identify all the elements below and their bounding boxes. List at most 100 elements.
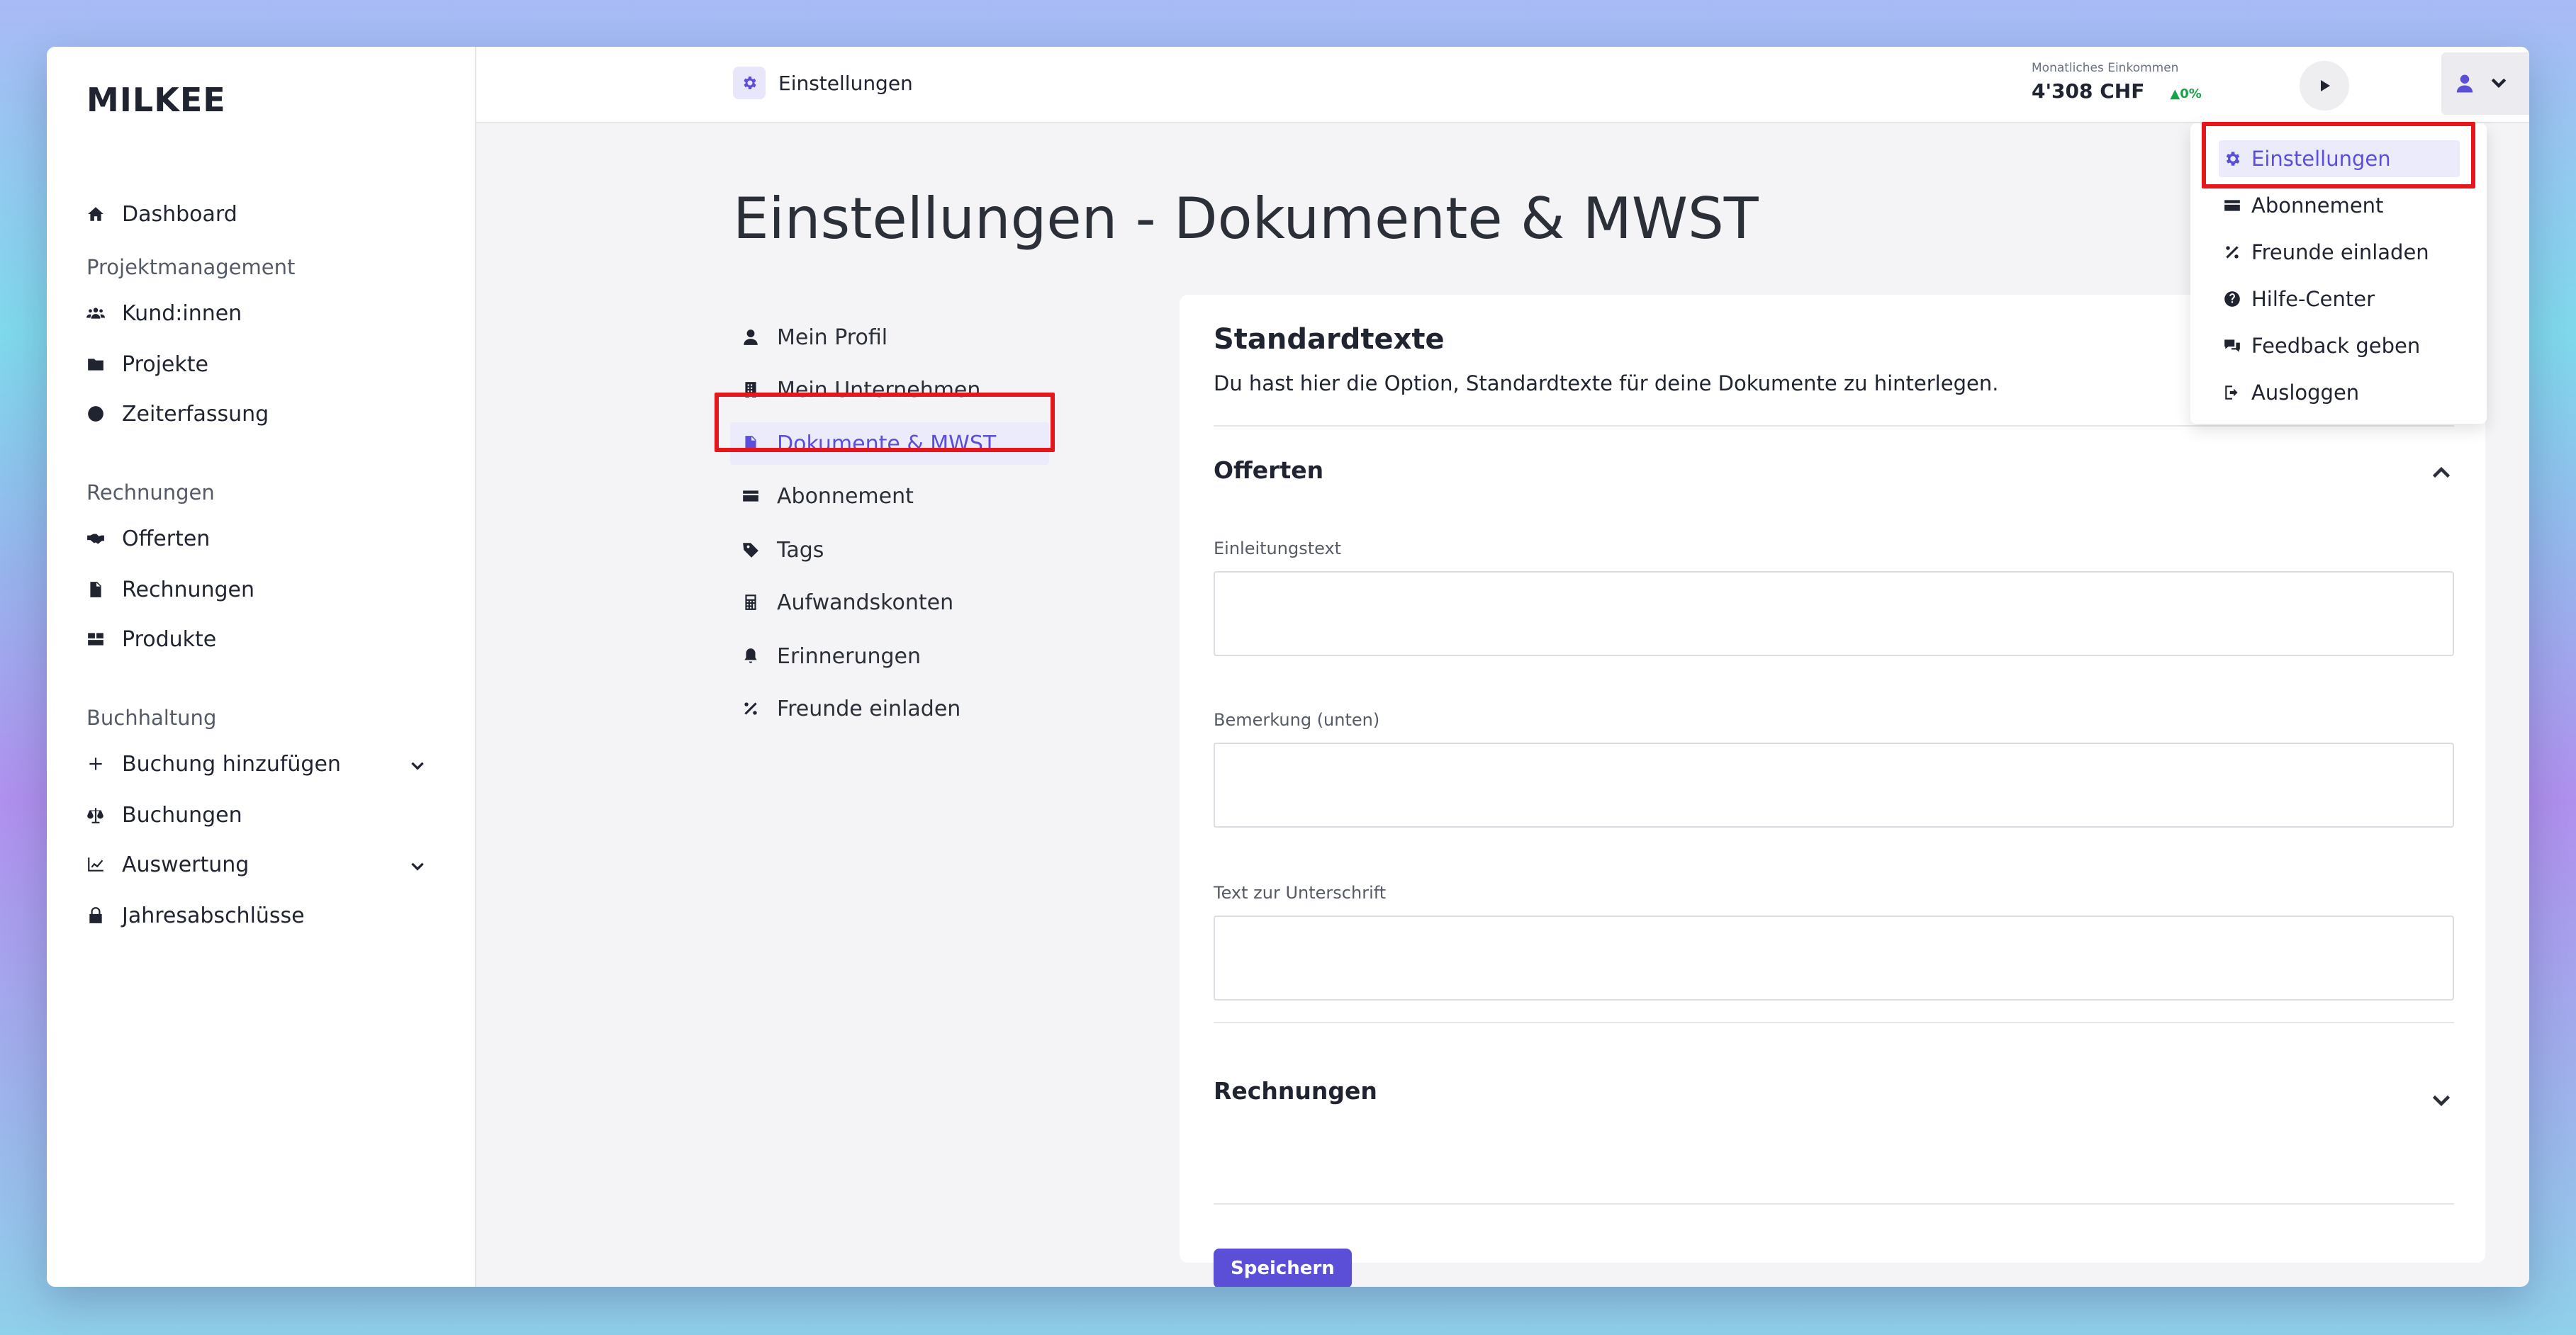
divider	[1214, 1022, 2454, 1023]
settings-nav-subscription[interactable]: Abonnement	[741, 475, 1046, 517]
breadcrumb-label[interactable]: Einstellungen	[778, 72, 913, 95]
brand-logo[interactable]: MILKEE	[86, 81, 226, 119]
user-icon	[741, 328, 777, 347]
chevron-down-icon[interactable]	[2429, 1087, 2454, 1118]
settings-nav-label: Dokumente & MWST	[777, 431, 997, 456]
user-icon	[2441, 73, 2488, 94]
settings-nav-reminders[interactable]: Erinnerungen	[741, 635, 1046, 677]
income-value: 4'308 CHF	[2032, 79, 2145, 103]
play-icon	[2321, 80, 2330, 91]
sidebar-item-label: Rechnungen	[122, 577, 255, 602]
menu-item-label: Ausloggen	[2251, 381, 2360, 405]
building-icon	[741, 381, 777, 399]
settings-nav-label: Abonnement	[777, 483, 914, 509]
signature-text-label: Text zur Unterschrift	[1214, 883, 1387, 903]
menu-item-label: Abonnement	[2251, 193, 2384, 218]
intro-text-input[interactable]	[1214, 571, 2454, 656]
chevron-down-icon	[2488, 72, 2509, 96]
sidebar-item-label: Dashboard	[122, 201, 237, 227]
sidebar-section-accounting: Buchhaltung	[86, 706, 217, 730]
gear-icon	[733, 67, 766, 99]
lock-icon	[86, 906, 122, 925]
income-trend: ▲0%	[2170, 86, 2202, 101]
remark-input[interactable]	[1214, 743, 2454, 828]
sidebar-item-label: Zeiterfassung	[122, 401, 269, 427]
sidebar-item-projects[interactable]: Projekte	[86, 343, 427, 385]
menu-item-label: Feedback geben	[2251, 334, 2421, 358]
chevron-down-icon[interactable]	[408, 856, 427, 881]
chevron-up-icon[interactable]	[2429, 461, 2454, 492]
percent-icon	[2219, 243, 2251, 261]
comments-icon	[2219, 337, 2251, 355]
menu-item-logout[interactable]: Ausloggen	[2219, 374, 2460, 411]
menu-item-help[interactable]: Hilfe-Center	[2219, 281, 2460, 317]
accordion-offers-label: Offerten	[1214, 456, 1324, 484]
sidebar-item-customers[interactable]: Kund:innen	[86, 292, 427, 334]
timer-play-button[interactable]	[2300, 61, 2349, 111]
income-trend-value: 0%	[2180, 86, 2202, 101]
plus-icon	[86, 755, 122, 773]
logout-icon	[2219, 383, 2251, 402]
standard-texts-card: Standardtexte Du hast hier die Option, S…	[1180, 295, 2485, 1287]
top-bar: Einstellungen Monatliches Einkommen 4'30…	[476, 47, 2529, 123]
sidebar-item-offers[interactable]: Offerten	[86, 517, 427, 560]
accordion-invoices[interactable]: Rechnungen	[1214, 1077, 2454, 1107]
divider	[1214, 1203, 2454, 1205]
user-dropdown-menu: Einstellungen Abonnement Freunde einlade…	[2190, 123, 2487, 424]
question-circle-icon	[2219, 290, 2251, 308]
menu-item-feedback[interactable]: Feedback geben	[2219, 327, 2460, 364]
sidebar-item-label: Buchungen	[122, 802, 242, 828]
sidebar-item-label: Projekte	[122, 351, 208, 377]
settings-nav-profile[interactable]: Mein Profil	[741, 316, 1046, 359]
remark-label: Bemerkung (unten)	[1214, 710, 1380, 730]
settings-nav-documents[interactable]: Dokumente & MWST	[730, 422, 1049, 465]
chevron-down-icon[interactable]	[408, 755, 427, 780]
sidebar-item-bookings[interactable]: Buchungen	[86, 794, 427, 836]
user-menu-button[interactable]	[2441, 52, 2529, 115]
settings-nav-expense[interactable]: Aufwandskonten	[741, 581, 1046, 624]
menu-item-label: Hilfe-Center	[2251, 287, 2375, 311]
settings-nav-label: Tags	[777, 537, 824, 563]
boxes-icon	[86, 630, 122, 648]
chart-line-icon	[86, 855, 122, 874]
sidebar-item-dashboard[interactable]: Dashboard	[86, 193, 427, 235]
divider	[1214, 425, 2454, 427]
signature-text-input[interactable]	[1214, 916, 2454, 1001]
sidebar-item-products[interactable]: Produkte	[86, 618, 427, 660]
tag-icon	[741, 541, 777, 559]
card-title: Standardtexte	[1214, 323, 1445, 356]
sidebar-item-time[interactable]: Zeiterfassung	[86, 393, 427, 435]
menu-item-subscription[interactable]: Abonnement	[2219, 187, 2460, 224]
accordion-offers[interactable]: Offerten	[1214, 456, 2454, 484]
accordion-invoices-label: Rechnungen	[1214, 1077, 1377, 1105]
clock-icon	[86, 405, 122, 423]
save-button[interactable]: Speichern	[1214, 1249, 1352, 1287]
settings-nav-invite[interactable]: Freunde einladen	[741, 687, 1046, 730]
settings-nav-label: Aufwandskonten	[777, 590, 954, 615]
handshake-icon	[86, 529, 122, 548]
sidebar-item-label: Offerten	[122, 526, 211, 551]
calculator-icon	[741, 593, 777, 612]
menu-item-invite[interactable]: Freunde einladen	[2219, 234, 2460, 271]
gear-icon	[2219, 150, 2251, 168]
settings-nav-tags[interactable]: Tags	[741, 529, 1046, 571]
income-label: Monatliches Einkommen	[2032, 61, 2179, 75]
sidebar-item-label: Jahresabschlüsse	[122, 903, 305, 928]
menu-item-label: Einstellungen	[2251, 147, 2391, 171]
intro-text-label: Einleitungstext	[1214, 539, 1342, 558]
sidebar: MILKEE Dashboard Projektmanagement Kund:…	[47, 47, 476, 1287]
credit-card-icon	[2219, 196, 2251, 215]
settings-nav-company[interactable]: Mein Unternehmen	[741, 368, 1046, 411]
credit-card-icon	[741, 487, 777, 505]
settings-nav-label: Mein Profil	[777, 325, 888, 350]
sidebar-item-label: Buchung hinzufügen	[122, 751, 341, 777]
sidebar-item-label: Auswertung	[122, 852, 250, 877]
sidebar-item-annual[interactable]: Jahresabschlüsse	[86, 894, 427, 937]
sidebar-item-evaluation[interactable]: Auswertung	[86, 843, 427, 886]
menu-item-settings[interactable]: Einstellungen	[2219, 140, 2460, 177]
sidebar-item-invoices[interactable]: Rechnungen	[86, 568, 427, 611]
bell-icon	[741, 647, 777, 665]
settings-nav-label: Mein Unternehmen	[777, 377, 981, 402]
file-icon	[86, 580, 122, 599]
sidebar-item-add-booking[interactable]: Buchung hinzufügen	[86, 743, 427, 785]
